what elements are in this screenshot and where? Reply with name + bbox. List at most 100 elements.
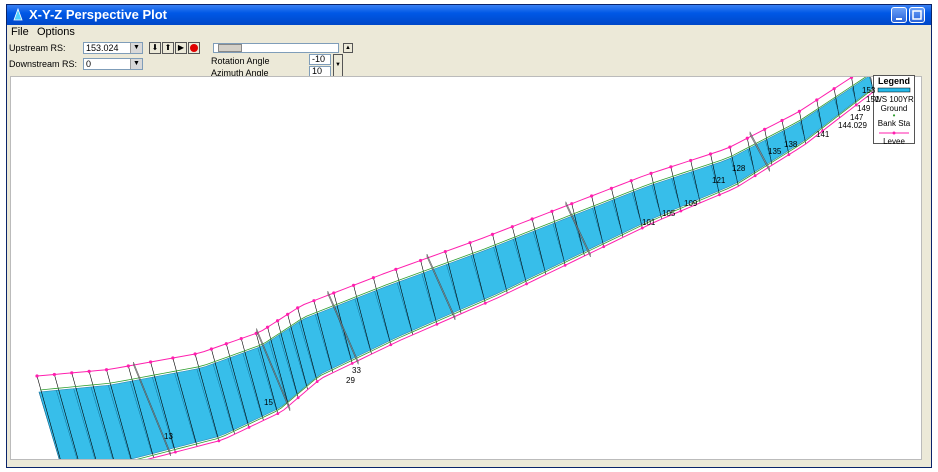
levee-point xyxy=(689,158,693,163)
levee-point xyxy=(174,450,177,454)
arrow-up-icon: ⬆ xyxy=(164,43,172,52)
levee-point xyxy=(35,374,39,378)
levee-point xyxy=(296,306,300,310)
levee-point xyxy=(209,347,213,351)
station-label: 33 xyxy=(352,366,361,375)
play-button[interactable]: ▶ xyxy=(175,42,187,54)
levee-point xyxy=(780,118,784,123)
levee-point xyxy=(224,342,228,346)
levee-point xyxy=(394,267,398,271)
chevron-down-icon: ▼ xyxy=(130,59,142,69)
levee-point xyxy=(590,194,594,198)
levee-point xyxy=(443,249,447,254)
upstream-select[interactable]: 153.024 ▼ xyxy=(83,42,143,54)
menu-file[interactable]: File xyxy=(11,26,29,38)
station-label: 15 xyxy=(264,398,273,407)
maximize-button[interactable] xyxy=(909,7,925,23)
levee-point xyxy=(275,319,280,323)
station-label: 141 xyxy=(816,130,830,139)
azimuth-spin-button[interactable]: ▼ xyxy=(333,54,343,77)
levee-point xyxy=(126,364,130,368)
station-label: 149 xyxy=(857,104,871,113)
levee-point xyxy=(679,209,683,213)
controls-panel: Upstream RS: 153.024 ▼ Downstream RS: 0 … xyxy=(7,40,931,80)
station-label: 29 xyxy=(346,376,355,385)
station-label: 153 xyxy=(862,86,876,95)
levee-point xyxy=(640,226,644,230)
levee-point xyxy=(247,425,251,429)
levee-point xyxy=(350,362,354,365)
levee-point xyxy=(148,360,153,364)
levee-point xyxy=(52,372,56,377)
arrow-down-icon: ⬇ xyxy=(151,43,159,52)
upstream-value: 153.024 xyxy=(86,43,119,53)
levee-point xyxy=(435,322,439,326)
play-icon: ▶ xyxy=(177,43,185,52)
station-label: 151 xyxy=(866,95,880,104)
rotation-slider[interactable] xyxy=(213,43,339,53)
rotation-input[interactable]: -10 xyxy=(309,54,331,65)
station-label: 144.029 xyxy=(838,121,867,130)
levee-point xyxy=(193,352,197,356)
levee-point xyxy=(815,98,819,102)
levee-point xyxy=(787,153,791,157)
levee-point xyxy=(104,368,109,372)
levee-point xyxy=(351,283,356,287)
levee-point xyxy=(371,276,375,280)
levee-point xyxy=(286,312,290,316)
levee-point xyxy=(296,396,300,400)
record-button[interactable] xyxy=(188,42,200,54)
down-arrow-button[interactable]: ⬇ xyxy=(149,42,161,54)
levee-point xyxy=(602,245,606,249)
arrow-down-icon: ▼ xyxy=(335,62,341,68)
slider-arrow-button[interactable]: ▲ xyxy=(343,43,353,53)
levee-point xyxy=(468,241,472,245)
levee-point xyxy=(418,258,423,263)
station-label: 135 xyxy=(768,147,782,156)
record-icon xyxy=(190,44,198,52)
minimize-button[interactable] xyxy=(891,7,907,23)
levee-point xyxy=(570,202,574,206)
app-icon xyxy=(13,8,23,21)
station-label: 109 xyxy=(684,199,698,208)
slider-thumb[interactable] xyxy=(218,44,242,52)
arrow-up-icon: ▲ xyxy=(345,45,351,51)
up-arrow-button[interactable]: ⬆ xyxy=(162,42,174,54)
legend-title: Legend xyxy=(877,76,910,86)
levee-point xyxy=(265,325,270,329)
menu-options[interactable]: Options xyxy=(37,26,75,38)
downstream-value: 0 xyxy=(86,59,92,69)
levee-point xyxy=(490,232,495,236)
legend-item-levee: Levee xyxy=(883,137,905,146)
levee-point xyxy=(708,152,713,156)
station-label: 105 xyxy=(662,209,676,218)
perspective-plot-area[interactable] xyxy=(10,76,922,460)
levee-point xyxy=(525,282,528,286)
levee-point xyxy=(239,336,243,341)
levee-point xyxy=(753,174,757,178)
levee-point xyxy=(649,171,653,175)
levee-point xyxy=(315,380,319,383)
levee-point xyxy=(510,225,514,229)
levee-point xyxy=(745,136,749,140)
levee-point xyxy=(332,291,336,295)
maximize-icon xyxy=(912,10,922,20)
title-bar[interactable]: X-Y-Z Perspective Plot xyxy=(7,5,931,25)
left-levee-line xyxy=(36,77,853,377)
legend-item-bank: Bank Sta xyxy=(877,119,911,128)
levee-point xyxy=(718,193,721,197)
levee-swatch xyxy=(879,131,909,135)
minimize-icon xyxy=(896,18,902,20)
levee-point xyxy=(763,127,767,131)
menu-bar: File Options xyxy=(7,25,931,40)
downstream-select[interactable]: 0 ▼ xyxy=(83,58,143,70)
levee-point xyxy=(530,217,534,221)
levee-point xyxy=(171,356,175,360)
levee-point xyxy=(629,179,633,183)
chevron-down-icon: ▼ xyxy=(130,43,142,53)
station-label: 138 xyxy=(784,140,798,149)
left-bank-line xyxy=(39,77,867,391)
upstream-label: Upstream RS: xyxy=(9,43,66,53)
levee-point xyxy=(217,439,221,443)
rotation-label: Rotation Angle xyxy=(211,56,270,66)
